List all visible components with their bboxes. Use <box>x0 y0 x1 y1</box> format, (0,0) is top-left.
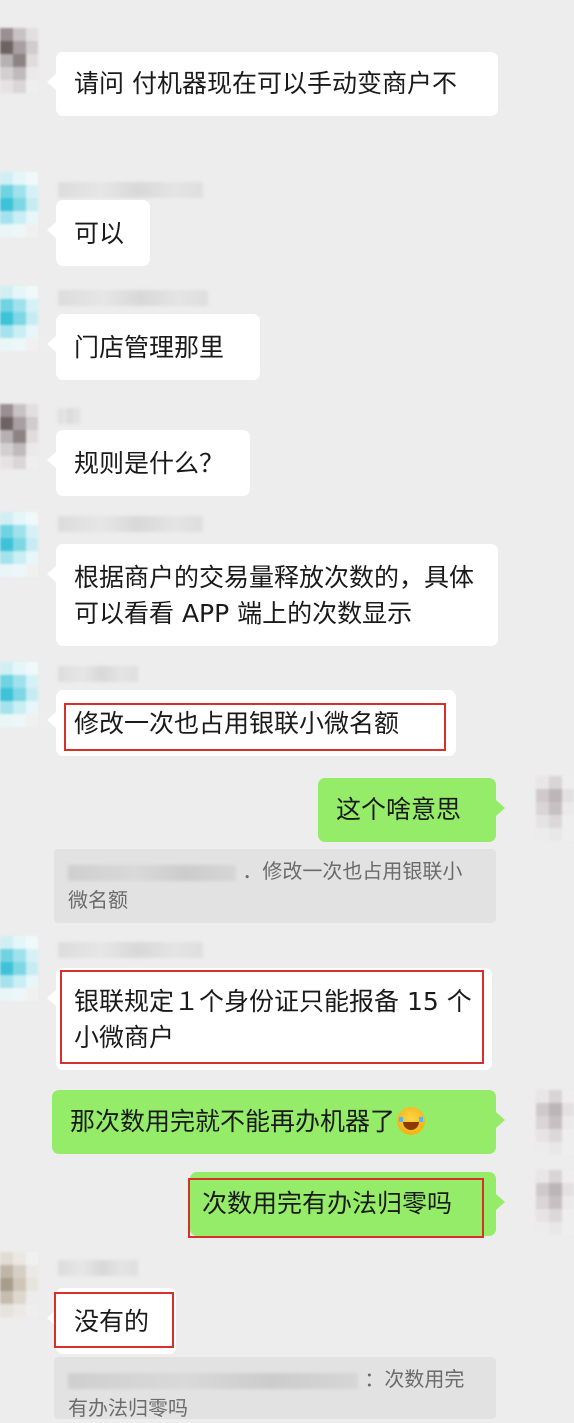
message-text: 根据商户的交易量释放次数的，具体可以看看 APP 端上的次数显示 <box>74 563 475 628</box>
avatar[interactable] <box>0 936 38 1006</box>
quoted-sender-blur <box>68 1372 358 1389</box>
tears-of-joy-emoji <box>397 1107 426 1135</box>
avatar[interactable] <box>0 512 38 582</box>
avatar[interactable] <box>0 404 38 474</box>
quoted-reply[interactable]: ．修改一次也占用银联小微名额 <box>54 849 496 923</box>
self-avatar[interactable] <box>536 776 574 846</box>
quoted-reply[interactable]: ：次数用完有办法归零吗 <box>54 1357 496 1420</box>
self-avatar[interactable] <box>536 1090 574 1160</box>
avatar[interactable] <box>0 286 38 356</box>
avatar[interactable] <box>0 1252 38 1322</box>
self-avatar[interactable] <box>536 1170 574 1240</box>
message-text: 可以 <box>74 219 125 248</box>
message-bubble[interactable]: 次数用完有办法归零吗 <box>190 1172 505 1236</box>
avatar[interactable] <box>0 172 38 242</box>
avatar[interactable] <box>0 662 38 732</box>
avatar[interactable] <box>0 28 38 98</box>
message-bubble[interactable]: 没有的 <box>47 1288 176 1354</box>
message-bubble[interactable]: 银联规定１个身份证只能报备 15 个小微商户 <box>47 968 492 1070</box>
sender-name <box>58 182 203 198</box>
quoted-sender-blur <box>68 864 236 881</box>
message-text: 这个啥意思 <box>336 795 462 824</box>
sender-name <box>58 516 203 532</box>
message-bubble[interactable]: 规则是什么？ <box>47 430 250 496</box>
sender-name <box>58 290 208 306</box>
message-bubble[interactable]: 门店管理那里 <box>47 314 260 380</box>
message-text: 银联规定１个身份证只能报备 15 个小微商户 <box>74 987 472 1052</box>
message-text: 那次数用完就不能再办机器了 <box>70 1107 396 1136</box>
sender-name <box>58 1260 138 1276</box>
message-text: 请问 付机器现在可以手动变商户不 <box>74 69 457 98</box>
sender-name <box>58 666 138 682</box>
message-text: 修改一次也占用银联小微名额 <box>74 709 400 738</box>
sender-name <box>58 408 80 424</box>
message-text: 没有的 <box>74 1307 150 1336</box>
message-bubble[interactable]: 那次数用完就不能再办机器了 <box>52 1090 505 1154</box>
message-text: 次数用完有办法归零吗 <box>202 1189 453 1218</box>
message-bubble[interactable]: 可以 <box>47 200 150 266</box>
message-bubble[interactable]: 根据商户的交易量释放次数的，具体可以看看 APP 端上的次数显示 <box>47 544 498 646</box>
message-bubble[interactable]: 请问 付机器现在可以手动变商户不 <box>47 52 498 116</box>
message-bubble[interactable]: 修改一次也占用银联小微名额 <box>47 690 456 756</box>
sender-name <box>58 942 203 958</box>
message-text: 规则是什么？ <box>74 449 225 478</box>
message-text: 门店管理那里 <box>74 333 225 362</box>
message-bubble[interactable]: 这个啥意思 <box>318 778 505 842</box>
